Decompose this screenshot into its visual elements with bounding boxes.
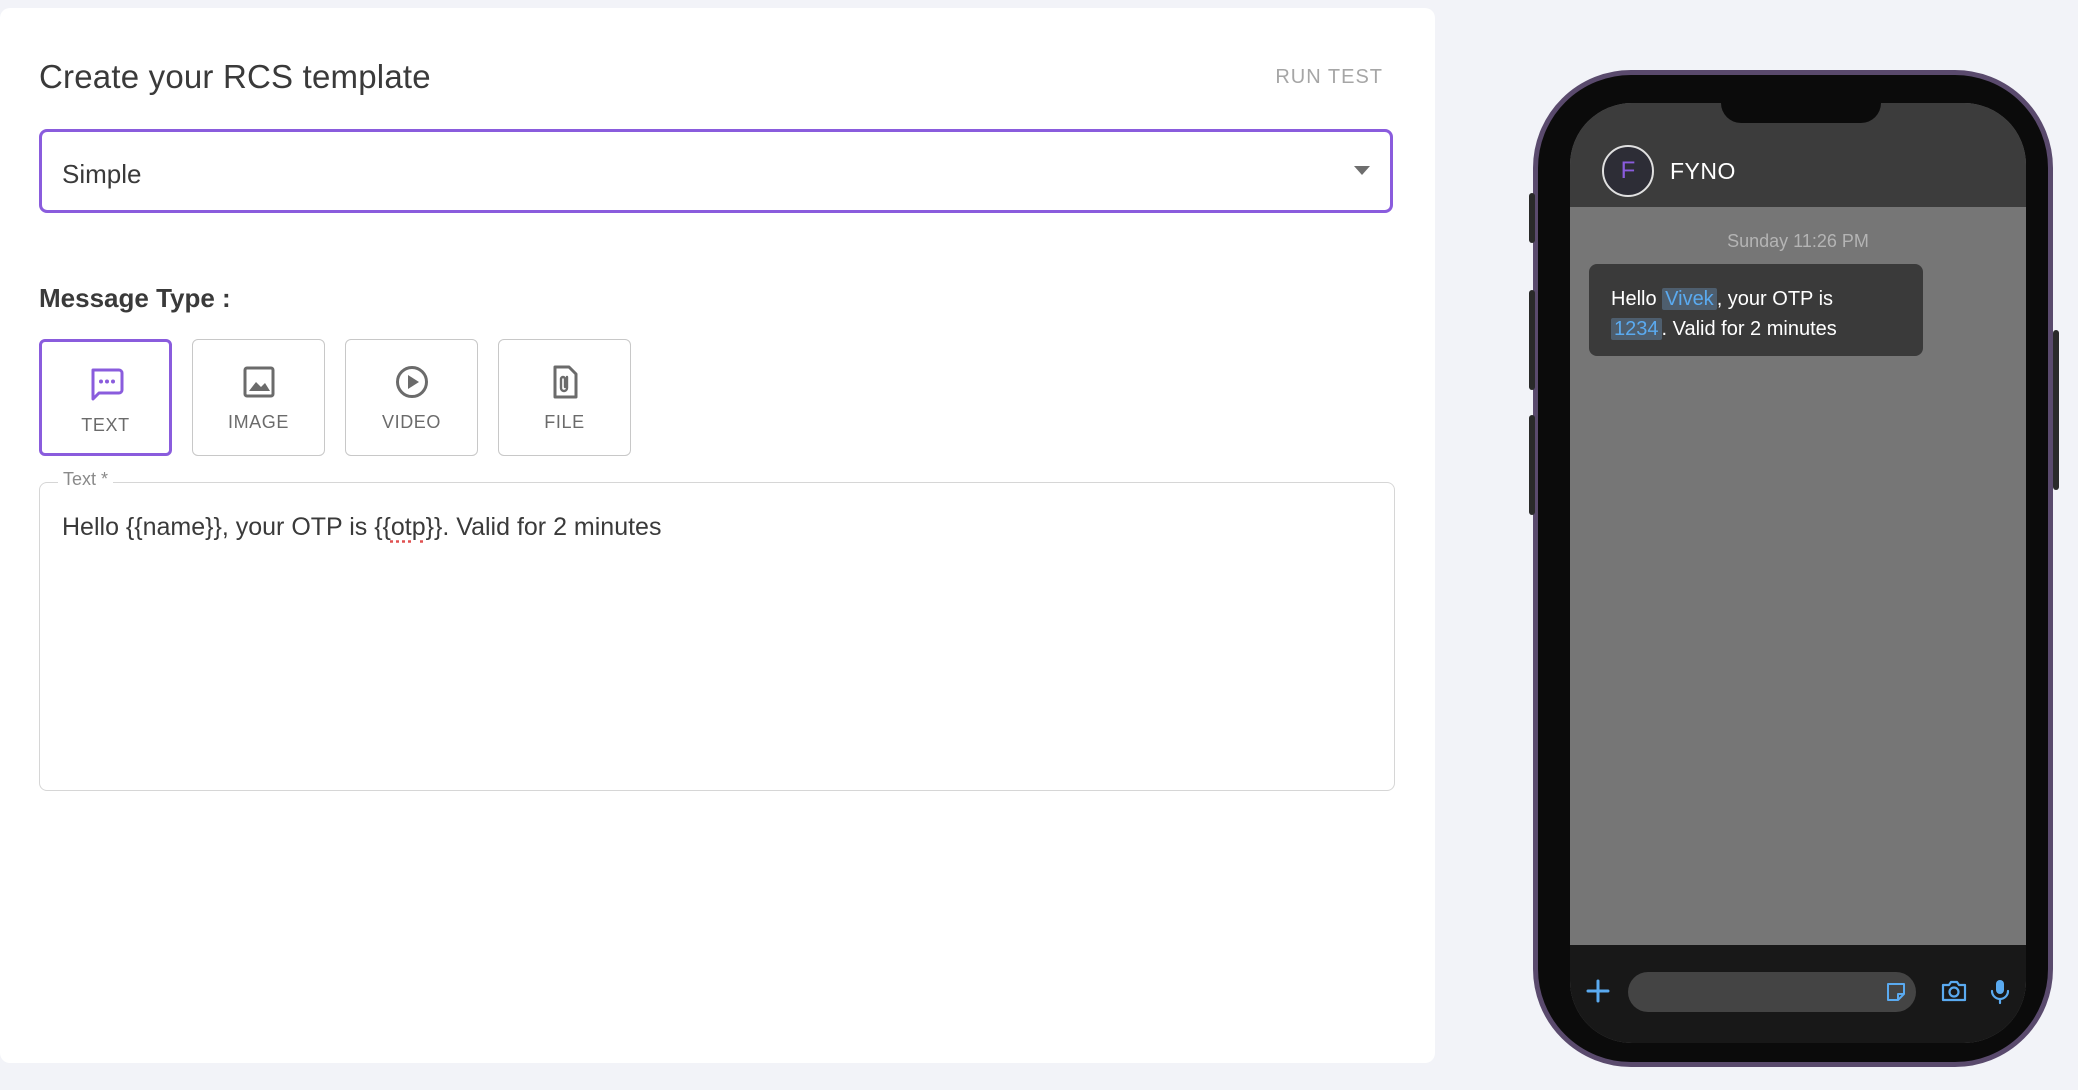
message-text-value[interactable]: Hello {{name}}, your OTP is {{otp}}. Val…: [62, 513, 661, 542]
message-text-label: Text *: [58, 469, 114, 490]
phone-power-button: [2053, 330, 2059, 490]
message-type-video-button[interactable]: VIDEO: [345, 339, 478, 456]
phone-screen: F FYNO Sunday 11:26 PM Hello Vivek, your…: [1570, 103, 2026, 1043]
sender-name: FYNO: [1670, 158, 1736, 184]
phone-volume-up-button: [1529, 290, 1535, 390]
chat-bubble-icon: [91, 368, 123, 401]
message-type-label-file: FILE: [544, 412, 585, 432]
microphone-icon[interactable]: [1988, 977, 2012, 1005]
compose-bar: [1570, 945, 2026, 1043]
message-type-label-image: IMAGE: [227, 412, 289, 432]
template-type-value: Simple: [62, 159, 142, 189]
spellcheck-word: otp: [390, 513, 426, 541]
camera-icon[interactable]: [1940, 977, 1968, 1005]
message-type-file-button[interactable]: FILE: [498, 339, 631, 456]
message-type-label-text: TEXT: [81, 415, 130, 435]
template-type-select[interactable]: Simple: [39, 129, 1393, 213]
message-timestamp: Sunday 11:26 PM: [1727, 231, 1869, 251]
phone-side-button: [1529, 193, 1535, 243]
variable-otp-chip: 1234: [1611, 318, 1662, 340]
run-test-button[interactable]: RUN TEST: [1275, 66, 1383, 89]
attachment-file-icon: [553, 365, 577, 399]
phone-volume-down-button: [1529, 415, 1535, 515]
caret-down-icon: [1354, 166, 1370, 175]
plus-icon[interactable]: [1582, 975, 1614, 1007]
message-type-label: Message Type :: [39, 283, 231, 313]
message-type-image-button[interactable]: IMAGE: [192, 339, 325, 456]
template-editor-card: Create your RCS template RUN TEST Simple…: [0, 8, 1435, 1063]
compose-input[interactable]: [1628, 972, 1916, 1012]
avatar: F: [1602, 145, 1654, 197]
message-text-field[interactable]: Text * Hello {{name}}, your OTP is {{otp…: [39, 469, 1395, 791]
image-icon: [243, 366, 274, 398]
message-type-label-video: VIDEO: [381, 412, 441, 432]
message-type-text-button[interactable]: TEXT: [39, 339, 172, 456]
phone-notch: [1721, 103, 1881, 123]
page-title: Create your RCS template: [39, 58, 431, 95]
phone-preview: F FYNO Sunday 11:26 PM Hello Vivek, your…: [1529, 70, 2059, 1067]
play-circle-icon: [395, 366, 428, 398]
variable-name-chip: Vivek: [1662, 288, 1717, 310]
message-bubble: Hello Vivek, your OTP is 1234. Valid for …: [1589, 264, 1923, 356]
sticker-icon[interactable]: [1884, 980, 1908, 1004]
